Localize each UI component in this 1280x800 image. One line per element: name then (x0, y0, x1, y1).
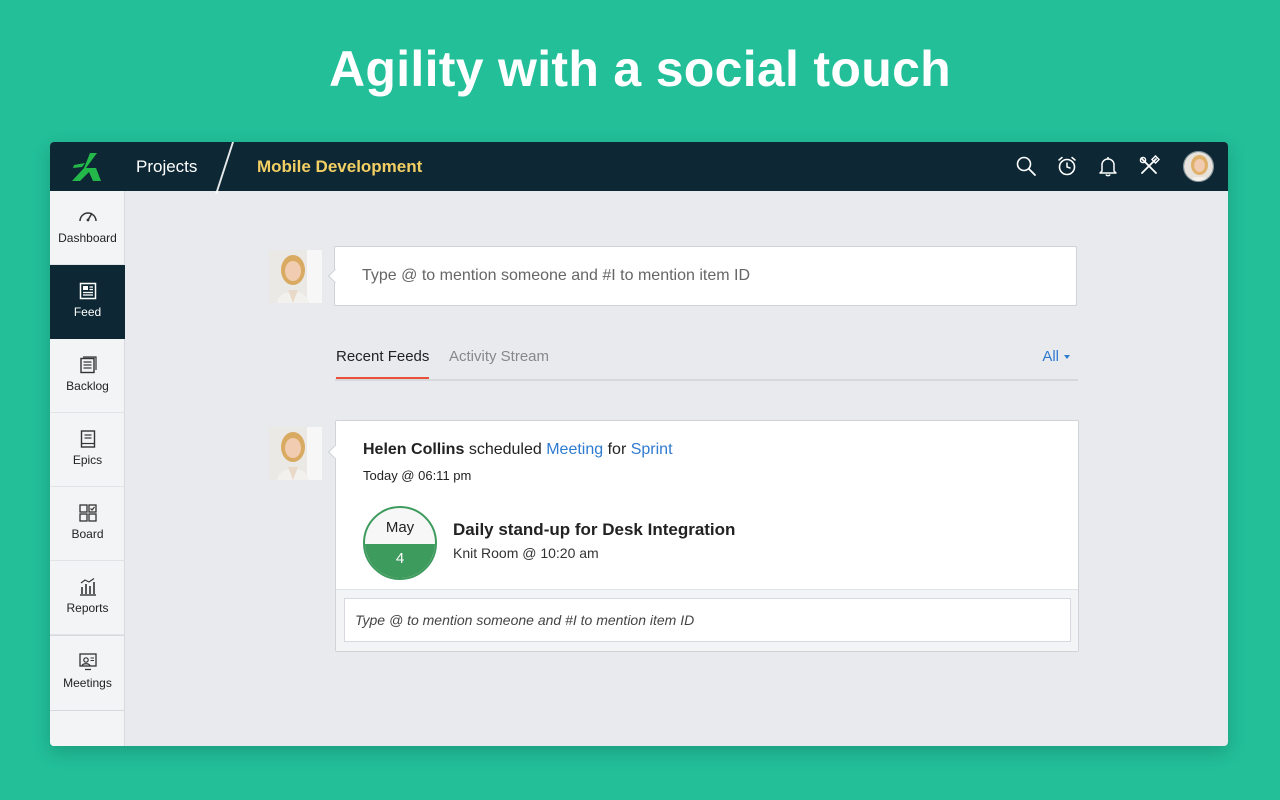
sidebar-item-label: Meetings (63, 676, 112, 690)
sidebar-item-label: Epics (72, 453, 103, 467)
chevron-down-icon (1064, 355, 1070, 360)
meeting-link[interactable]: Meeting (546, 441, 603, 458)
sidebar-item-label: Dashboard (58, 231, 117, 245)
comment-area (336, 589, 1078, 651)
feed-connector: for (607, 441, 627, 458)
reports-icon (79, 578, 96, 596)
bell-icon[interactable] (1097, 155, 1119, 177)
breadcrumb-divider (215, 142, 234, 194)
tab-activity-stream[interactable]: Activity Stream (449, 348, 549, 377)
dashboard-icon (78, 212, 97, 222)
sidebar-item-reports[interactable]: Reports (50, 561, 125, 635)
app-window: Projects Mobile Development Dashboard Fe… (50, 142, 1228, 746)
event-date-badge: May 4 (363, 506, 437, 580)
post-composer[interactable] (334, 246, 1077, 306)
sidebar-item-label: Reports (66, 601, 109, 615)
app-logo-icon[interactable] (70, 150, 106, 184)
feed-filter-dropdown[interactable]: All (1042, 348, 1070, 365)
feed-item: Helen Collins scheduled Meeting for Spri… (335, 420, 1079, 652)
sidebar-item-label: Board (71, 527, 104, 541)
sidebar-item-label: Backlog (66, 379, 109, 393)
epics-icon (80, 430, 95, 448)
feed-action: scheduled (468, 441, 542, 458)
sidebar-item-backlog[interactable]: Backlog (50, 339, 125, 413)
feed-author-avatar[interactable] (269, 427, 322, 480)
sprint-link[interactable]: Sprint (631, 441, 673, 458)
projects-link[interactable]: Projects (136, 157, 197, 177)
board-icon (78, 504, 97, 522)
sidebar-item-label: Feed (73, 305, 102, 319)
feed-tabs: Recent Feeds Activity Stream All (335, 338, 1078, 381)
sidebar-item-feed[interactable]: Feed (50, 265, 125, 339)
filter-label: All (1042, 348, 1059, 365)
comment-input[interactable] (345, 599, 1070, 641)
event-location: Knit Room @ 10:20 am (453, 545, 599, 561)
feed-timestamp: Today @ 06:11 pm (363, 468, 472, 483)
current-project-name[interactable]: Mobile Development (257, 157, 422, 177)
sidebar-item-dashboard[interactable]: Dashboard (50, 191, 125, 265)
user-avatar[interactable] (1183, 151, 1214, 182)
event-day: 4 (365, 544, 435, 578)
composer-avatar (269, 250, 322, 303)
event-title[interactable]: Daily stand-up for Desk Integration (453, 520, 735, 540)
backlog-icon (79, 356, 97, 374)
meetings-icon (78, 653, 97, 671)
top-bar: Projects Mobile Development (50, 142, 1228, 194)
sidebar-item-epics[interactable]: Epics (50, 413, 125, 487)
event-month: May (385, 519, 415, 536)
comment-box[interactable] (344, 598, 1071, 642)
promo-headline: Agility with a social touch (328, 41, 952, 97)
tab-recent-feeds[interactable]: Recent Feeds (336, 348, 430, 379)
feed-icon (79, 282, 96, 300)
search-icon[interactable] (1015, 155, 1037, 177)
feed-headline: Helen Collins scheduled Meeting for Spri… (363, 441, 673, 459)
sidebar: Dashboard Feed Backlog Epics Board Repor… (50, 191, 125, 746)
timer-icon[interactable] (1056, 155, 1078, 177)
feed-user-name[interactable]: Helen Collins (363, 441, 464, 458)
sidebar-item-meetings[interactable]: Meetings (50, 635, 125, 711)
post-input[interactable] (335, 247, 1076, 305)
sidebar-item-board[interactable]: Board (50, 487, 125, 561)
tools-icon[interactable] (1138, 155, 1160, 177)
